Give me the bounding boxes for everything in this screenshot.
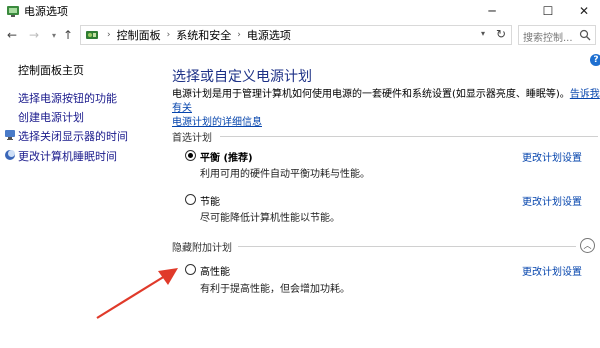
section-divider [220,136,598,137]
navigation-bar: ← → ▾ ↑ › 控制面板 › 系统和安全 › 电源选项 ▾ ↻ 搜索控制..… [0,22,600,48]
control-panel-icon [86,31,98,39]
forward-button[interactable]: → [26,27,42,43]
main-content: ? 选择或自定义电源计划 电源计划是用于管理计算机如何使用电源的一套硬件和系统设… [150,48,600,348]
plan-power-saver-settings-link[interactable]: 更改计划设置 [522,193,582,208]
plan-power-saver-name[interactable]: 节能 [200,193,220,208]
plan-balanced-desc: 利用可用的硬件自动平衡功耗与性能。 [200,169,370,180]
page-title: 选择或自定义电源计划 [172,69,312,85]
plan-high-performance-desc: 有利于提高性能，但会增加功耗。 [200,284,350,295]
plan-power-saver-radio[interactable] [185,194,196,205]
left-panel: 控制面板主页 选择电源按钮的功能 创建电源计划 选择关闭显示器的时间 更改计算机… [0,48,150,348]
display-icon [5,130,15,140]
up-button[interactable]: ↑ [60,27,76,43]
search-input[interactable]: 搜索控制... [518,25,596,45]
help-icon[interactable]: ? [590,54,600,66]
address-bar[interactable]: › 控制面板 › 系统和安全 › 电源选项 ▾ ↻ [80,25,512,45]
title-bar: 电源选项 ─ ☐ ✕ [0,0,600,22]
breadcrumb-control-panel[interactable]: 控制面板 [117,27,161,43]
breadcrumb-power-options[interactable]: 电源选项 [247,27,291,43]
plan-high-performance-radio[interactable] [185,264,196,275]
plan-high-performance-name[interactable]: 高性能 [200,263,230,278]
plan-balanced-name[interactable]: 平衡 (推荐) [200,149,253,164]
plan-balanced-radio[interactable] [185,150,196,161]
sidebar-item-power-button[interactable]: 选择电源按钮的功能 [18,90,117,106]
plan-power-saver-desc: 尽可能降低计算机性能以节能。 [200,213,340,224]
search-placeholder: 搜索控制... [523,33,573,44]
address-dropdown[interactable]: ▾ [481,29,485,38]
back-button[interactable]: ← [4,27,20,43]
power-options-icon [7,6,19,17]
description-text: 电源计划是用于管理计算机如何使用电源的一套硬件和系统设置(如显示器亮度、睡眠等)… [172,89,570,100]
breadcrumb-system-security[interactable]: 系统和安全 [176,27,231,43]
close-button[interactable]: ✕ [566,0,600,22]
learn-more-link-details[interactable]: 电源计划的详细信息 [172,117,262,128]
sidebar-item-display-off[interactable]: 选择关闭显示器的时间 [18,128,128,144]
sidebar-item-create-plan[interactable]: 创建电源计划 [18,109,84,125]
window-title: 电源选项 [24,5,68,18]
refresh-button[interactable]: ↻ [496,27,506,41]
control-panel-home-link[interactable]: 控制面板主页 [18,62,84,78]
page-description: 电源计划是用于管理计算机如何使用电源的一套硬件和系统设置(如显示器亮度、睡眠等)… [172,88,600,130]
search-icon [579,29,591,41]
breadcrumb-separator: › [107,30,111,40]
preferred-plans-label: 首选计划 [172,133,212,144]
plan-balanced-settings-link[interactable]: 更改计划设置 [522,149,582,164]
minimize-button[interactable]: ─ [474,0,510,22]
sleep-icon [5,150,15,160]
breadcrumb-separator: › [237,30,241,40]
breadcrumb-separator: › [166,30,171,40]
collapse-hidden-plans-button[interactable]: ︿ [580,238,595,253]
hidden-plans-label: 隐藏附加计划 [172,243,232,254]
maximize-button[interactable]: ☐ [530,0,566,22]
section-divider [238,246,576,247]
sidebar-item-sleep-time[interactable]: 更改计算机睡眠时间 [18,148,117,164]
plan-high-performance-settings-link[interactable]: 更改计划设置 [522,263,582,278]
